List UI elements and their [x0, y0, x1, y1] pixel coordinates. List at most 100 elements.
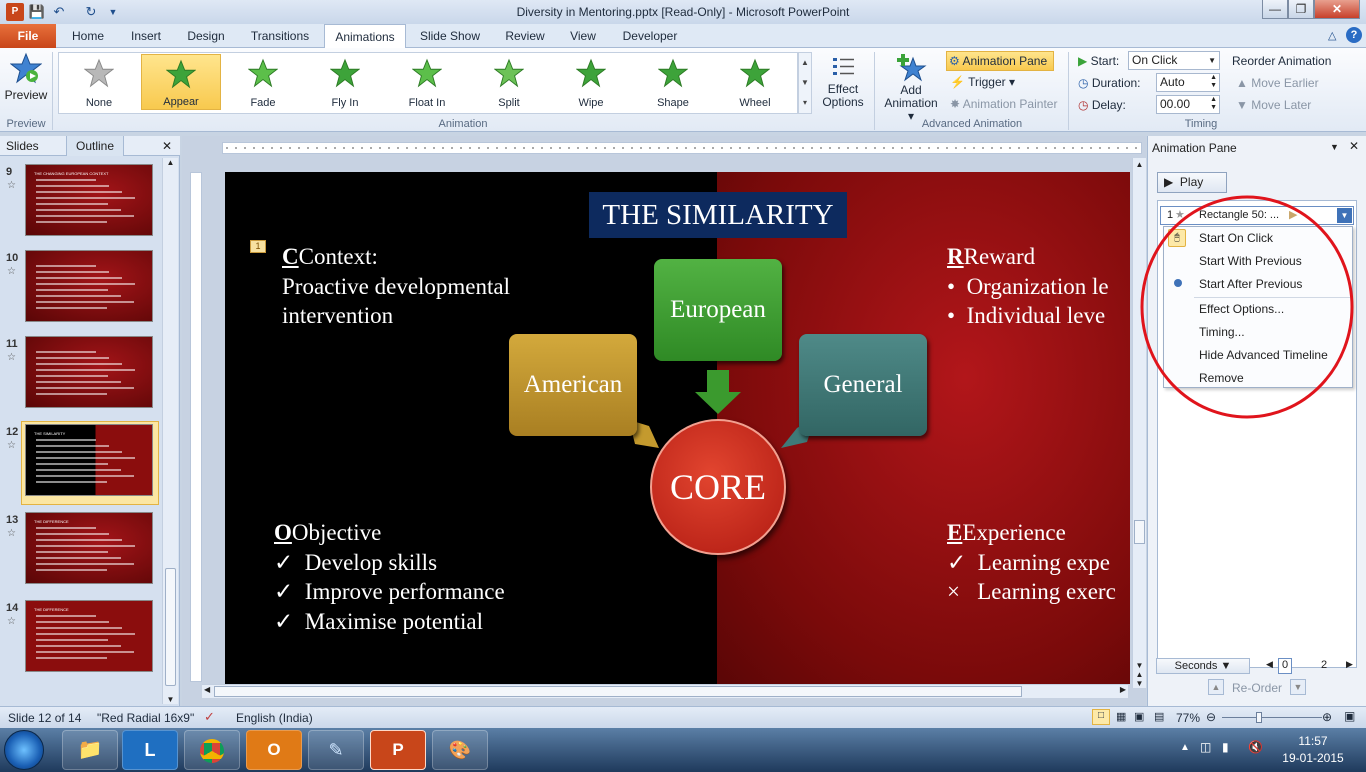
animation-none-item[interactable]: None — [59, 54, 139, 110]
animation-wheel-item[interactable]: Wheel — [715, 54, 795, 110]
tray-up-icon[interactable]: ▲ — [1180, 742, 1190, 753]
slide-number: 10 — [6, 252, 19, 264]
slide-thumbnail-title: THE SIMILARITY — [34, 431, 66, 436]
close-button[interactable]: ✕ — [1314, 0, 1360, 19]
powerpoint-taskbar-icon[interactable]: P — [370, 730, 426, 770]
paint-icon[interactable]: 🎨 — [432, 730, 488, 770]
move-earlier-button[interactable]: ▲ Move Earlier — [1236, 76, 1319, 90]
tab-home[interactable]: Home — [62, 24, 114, 48]
duration-spinner[interactable]: Auto ▲ ▼ — [1156, 73, 1220, 92]
horizontal-scrollbar[interactable]: ◀ ▶ — [202, 684, 1128, 698]
outlook-icon[interactable]: O — [246, 730, 302, 770]
tab-slides[interactable]: Slides — [6, 139, 66, 153]
slide-show-icon[interactable]: ▤ — [1154, 710, 1164, 723]
delay-spinner[interactable]: 00.00 ▲ ▼ — [1156, 95, 1220, 114]
vertical-scroll-thumb[interactable] — [1134, 520, 1145, 544]
trigger-button[interactable]: ⚡ Trigger ▾ — [950, 75, 1015, 89]
slides-scroll-thumb[interactable] — [165, 568, 176, 686]
normal-view-icon[interactable]: □ — [1092, 709, 1110, 725]
animation-label: Fade — [250, 97, 276, 109]
american-box[interactable]: American — [509, 334, 637, 436]
play-icon: ▶ — [1164, 175, 1174, 189]
slide-thumbnail[interactable]: THE SIMILARITY — [25, 424, 153, 496]
clock-time[interactable]: 11:57 — [1272, 734, 1354, 748]
zoom-slider-thumb[interactable] — [1256, 712, 1262, 723]
slide-animation-star-icon: ☆ — [7, 266, 16, 277]
pane-options-icon[interactable]: ▼ — [1330, 142, 1339, 152]
reading-view-icon[interactable]: ▣ — [1134, 710, 1144, 723]
effect-options-button[interactable]: Effect Options — [820, 54, 866, 114]
tab-view[interactable]: View — [560, 24, 606, 48]
animation-fade-item[interactable]: Fade — [223, 54, 303, 110]
notepad-icon[interactable]: ✎ — [308, 730, 364, 770]
tab-outline[interactable]: Outline — [66, 136, 124, 156]
animation-split-item[interactable]: Split — [469, 54, 549, 110]
tab-animations[interactable]: Animations — [324, 24, 406, 49]
slide-thumbnail-title: THE DIFFERENCE — [34, 519, 69, 524]
pane-close-icon[interactable]: ✕ — [1349, 139, 1359, 153]
slide-thumbnail[interactable] — [25, 250, 153, 322]
clock-date[interactable]: 19-01-2015 — [1272, 751, 1354, 765]
add-animation-button[interactable]: Add Animation ▾ — [880, 52, 942, 123]
timeline-right-icon[interactable]: ▶ — [1346, 659, 1353, 670]
animation-float-in-item[interactable]: Float In — [387, 54, 467, 110]
add-animation-label-2: Animation — [884, 96, 938, 110]
language[interactable]: English (India) — [236, 711, 313, 725]
preview-label: Preview — [4, 88, 48, 102]
tab-slide-show[interactable]: Slide Show — [412, 24, 488, 48]
preview-button[interactable]: Preview — [2, 52, 50, 112]
seconds-label: Seconds — [1174, 660, 1218, 672]
file-explorer-icon[interactable]: 📁 — [62, 730, 118, 770]
maximize-button[interactable]: ❐ — [1288, 0, 1314, 19]
none-star-icon — [84, 58, 114, 88]
spelling-check-icon[interactable]: ✓ — [204, 709, 215, 725]
minimize-ribbon-icon[interactable]: △ — [1328, 29, 1336, 42]
animation-shape-item[interactable]: Shape — [633, 54, 713, 110]
reorder-up-icon[interactable]: ▲ — [1208, 679, 1224, 695]
core-circle[interactable]: CORE — [650, 419, 786, 555]
start-select[interactable]: On Click ▼ — [1128, 51, 1220, 70]
animation-fly-in-item[interactable]: Fly In — [305, 54, 385, 110]
gallery-scroll[interactable]: ▲ ▼ ▾ — [798, 52, 812, 114]
start-button[interactable] — [4, 730, 44, 770]
zoom-slider[interactable] — [1222, 717, 1322, 718]
minimize-button[interactable]: — — [1262, 0, 1288, 19]
animation-pane-button[interactable]: ⚙ Animation Pane — [946, 51, 1054, 71]
lync-icon[interactable]: L — [122, 730, 178, 770]
tab-transitions[interactable]: Transitions — [240, 24, 320, 48]
tab-developer[interactable]: Developer — [614, 24, 686, 48]
delay-label-text: Delay: — [1091, 98, 1126, 112]
play-button[interactable]: ▶ Play — [1157, 172, 1227, 193]
zoom-in-icon[interactable]: ⊕ — [1322, 710, 1332, 724]
animation-painter-button[interactable]: ✸ Animation Painter — [950, 97, 1057, 111]
tab-insert[interactable]: Insert — [120, 24, 172, 48]
seconds-select[interactable]: Seconds ▼ — [1156, 658, 1250, 674]
tray-network-icon[interactable]: ▮ — [1222, 740, 1229, 754]
slide-canvas[interactable]: THE SIMILARITY 1 CContext: Proactive dev… — [225, 172, 1130, 684]
fit-to-window-icon[interactable]: ▣ — [1344, 709, 1355, 723]
close-panel-icon[interactable]: ✕ — [162, 139, 172, 153]
horizontal-scroll-thumb[interactable] — [214, 686, 1022, 697]
tray-device-icon[interactable]: ◫ — [1200, 740, 1211, 754]
chrome-icon[interactable] — [184, 730, 240, 770]
slide-thumbnail[interactable]: THE DIFFERENCE — [25, 512, 153, 584]
slide-thumbnail[interactable] — [25, 336, 153, 408]
move-later-button[interactable]: ▼ Move Later — [1236, 98, 1311, 112]
reorder-down-icon[interactable]: ▼ — [1290, 679, 1306, 695]
general-box[interactable]: General — [799, 334, 927, 436]
european-box[interactable]: European — [654, 259, 782, 361]
slide-sorter-icon[interactable]: ▦ — [1116, 710, 1126, 723]
timeline-left-icon[interactable]: ◀ — [1266, 659, 1273, 670]
help-icon[interactable]: ? — [1346, 27, 1362, 43]
animation-appear-item[interactable]: Appear — [141, 54, 221, 110]
tab-design[interactable]: Design — [178, 24, 234, 48]
tab-review[interactable]: Review — [496, 24, 554, 48]
slide-thumbnail[interactable]: THE DIFFERENCE — [25, 600, 153, 672]
slides-scrollbar[interactable]: ▲ ▼ — [162, 158, 178, 704]
zoom-level[interactable]: 77% — [1176, 711, 1200, 725]
animation-wipe-item[interactable]: Wipe — [551, 54, 631, 110]
tray-volume-icon[interactable]: 🔇 — [1248, 740, 1263, 754]
tab-file[interactable]: File — [0, 24, 56, 48]
slide-thumbnail[interactable]: THE CHANGING EUROPEAN CONTEXT — [25, 164, 153, 236]
zoom-out-icon[interactable]: ⊖ — [1206, 710, 1216, 724]
